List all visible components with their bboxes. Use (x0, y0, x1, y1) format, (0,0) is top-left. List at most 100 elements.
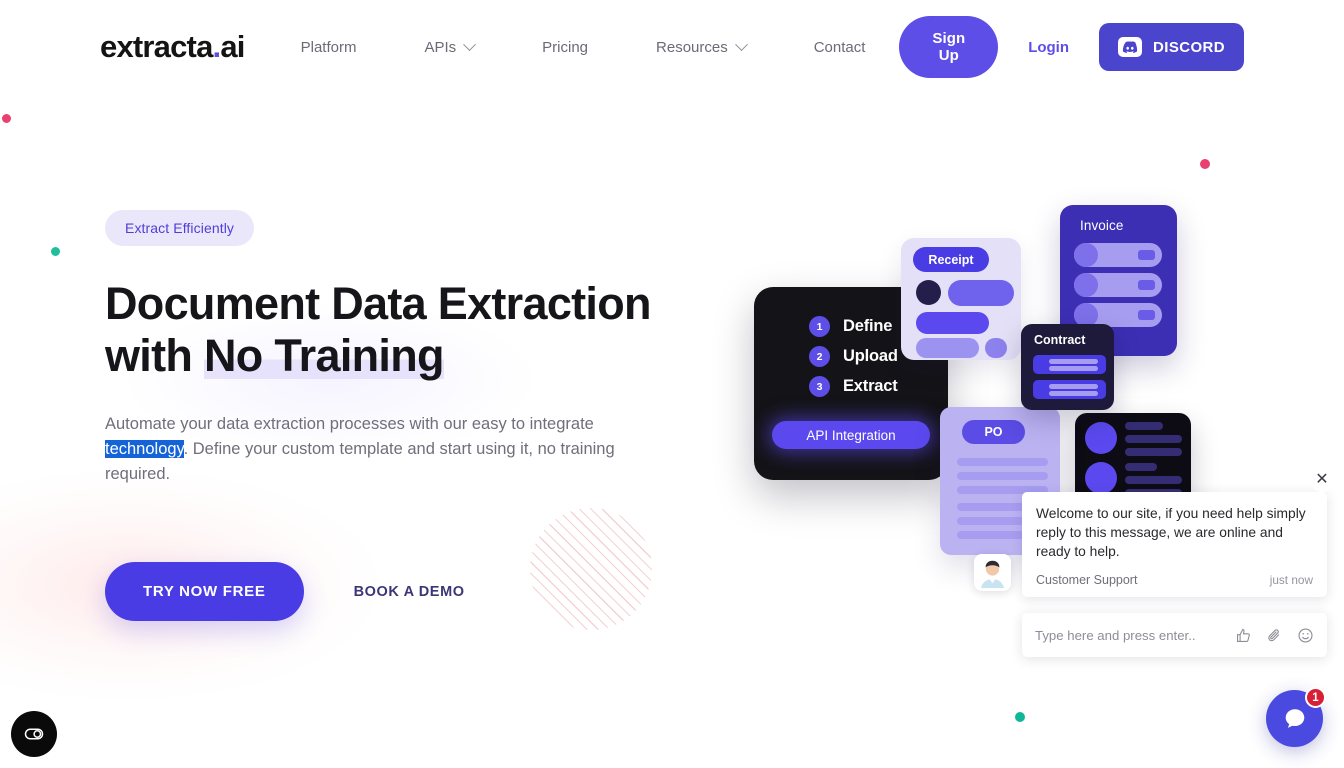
hero-subtitle: Automate your data extraction processes … (105, 412, 650, 487)
step-label: Extract (843, 377, 898, 395)
step-item-extract: 3 Extract (809, 376, 898, 397)
try-now-free-button[interactable]: TRY NOW FREE (105, 562, 304, 621)
dark-card-circle (1085, 422, 1117, 454)
step-number: 3 (809, 376, 830, 397)
invoice-row-circle (1074, 273, 1098, 297)
logo-extracta-ai[interactable]: extracta.ai (100, 29, 245, 65)
accessibility-toggle-icon (24, 728, 44, 740)
receipt-dot (916, 280, 941, 305)
contract-row-bar (1049, 366, 1098, 371)
chevron-down-icon (463, 37, 477, 51)
step-number: 1 (809, 316, 830, 337)
decorative-dot-teal-left (51, 247, 60, 256)
emoji-icon[interactable] (1297, 627, 1314, 644)
hero-badge: Extract Efficiently (105, 210, 255, 246)
receipt-bar (948, 280, 1014, 306)
step-label: Upload (843, 347, 898, 365)
nav-item-resources[interactable]: Resources (622, 37, 780, 56)
book-a-demo-button[interactable]: BOOK A DEMO (354, 584, 465, 600)
header-actions: Sign Up Login DISCORD (899, 16, 1244, 78)
step-number: 2 (809, 346, 830, 367)
contract-row-bar (1049, 359, 1098, 364)
invoice-row-circle (1074, 243, 1098, 267)
hero-title-highlight: No Training (203, 330, 444, 381)
nav-label-platform: Platform (300, 38, 357, 56)
main-navigation: Platform APIs Pricing Resources Contact (267, 37, 900, 56)
chat-message-text: Welcome to our site, if you need help si… (1036, 506, 1306, 559)
invoice-row (1074, 243, 1162, 267)
po-line (957, 472, 1048, 480)
dark-card-bar (1125, 435, 1182, 443)
nav-label-contact: Contact (813, 38, 866, 56)
contract-row (1033, 380, 1106, 399)
decorative-dot-pink-right (1200, 159, 1210, 169)
invoice-row-square (1138, 250, 1155, 260)
po-line (957, 458, 1048, 466)
hero-title-line2-prefix: with (105, 330, 204, 381)
chat-input-bar[interactable] (1022, 613, 1327, 657)
discord-button[interactable]: DISCORD (1099, 23, 1244, 71)
decorative-dot-teal-bottom (1015, 712, 1025, 722)
dark-card-bar (1125, 476, 1182, 484)
decorative-dot-pink-top-left (2, 114, 11, 123)
sign-up-button[interactable]: Sign Up (899, 16, 999, 78)
step-item-define: 1 Define (809, 316, 892, 337)
hero-illustration: Invoice Receipt Contract PO 1 Define 2 U… (740, 195, 1210, 555)
invoice-row-square (1138, 280, 1155, 290)
discord-label: DISCORD (1153, 38, 1225, 56)
invoice-row-square (1138, 310, 1155, 320)
receipt-bar (916, 312, 989, 334)
nav-item-apis[interactable]: APIs (390, 37, 508, 56)
chat-bubble-icon (1285, 708, 1304, 728)
contract-card-title: Contract (1034, 333, 1086, 347)
logo-text-main: extracta (100, 29, 213, 64)
page-title: Document Data Extraction with No Trainin… (105, 278, 665, 382)
chat-message-card: Welcome to our site, if you need help si… (1022, 492, 1327, 597)
nav-label-apis: APIs (424, 38, 457, 56)
chat-unread-badge: 1 (1305, 687, 1326, 708)
hero-subtitle-selected-text: technology (105, 440, 184, 458)
step-label: Define (843, 317, 893, 335)
step-item-upload: 2 Upload (809, 346, 898, 367)
chat-input[interactable] (1035, 627, 1235, 643)
dark-card-bar (1125, 463, 1157, 471)
invoice-row (1074, 273, 1162, 297)
contract-row (1033, 355, 1106, 374)
chevron-down-icon (734, 37, 748, 51)
api-integration-button[interactable]: API Integration (772, 421, 930, 449)
chat-message-meta: Customer Support just now (1036, 573, 1313, 587)
dark-card-circle (1085, 462, 1117, 494)
po-card-title: PO (962, 420, 1025, 444)
chat-input-icons (1235, 627, 1314, 644)
nav-label-resources: Resources (656, 38, 728, 56)
paperclip-icon[interactable] (1266, 627, 1283, 644)
illustration-card-contract: Contract (1021, 324, 1114, 410)
chat-timestamp: just now (1269, 573, 1313, 587)
receipt-card-title: Receipt (913, 247, 989, 272)
receipt-bar (916, 338, 979, 358)
accessibility-widget-button[interactable] (11, 711, 57, 757)
contract-row-bar (1049, 384, 1098, 389)
close-icon[interactable]: ✕ (1310, 468, 1334, 492)
illustration-card-receipt: Receipt (901, 238, 1021, 360)
chat-widget: ✕ Welcome to our site, if you need help … (974, 468, 1334, 657)
login-link[interactable]: Login (1028, 39, 1069, 56)
nav-item-pricing[interactable]: Pricing (508, 39, 622, 56)
contract-row-bar (1049, 391, 1098, 396)
logo-text-suffix: ai (220, 29, 245, 64)
nav-item-platform[interactable]: Platform (267, 39, 391, 56)
dark-card-bar (1125, 448, 1182, 456)
discord-icon (1118, 37, 1143, 57)
dark-card-bar (1125, 422, 1163, 430)
hero-title-line1: Document Data Extraction (105, 278, 652, 329)
thumbs-up-icon[interactable] (1235, 627, 1252, 644)
chat-launcher-button[interactable]: 1 (1266, 687, 1326, 747)
chat-author: Customer Support (1036, 573, 1138, 587)
site-header: extracta.ai Platform APIs Pricing Resour… (0, 0, 1344, 94)
avatar (974, 554, 1011, 591)
nav-label-pricing: Pricing (542, 38, 589, 56)
receipt-dot (985, 338, 1007, 358)
nav-item-contact[interactable]: Contact (780, 39, 900, 56)
decorative-hatched-circle (530, 508, 652, 630)
hero-subtitle-part1: Automate your data extraction processes … (105, 415, 594, 433)
